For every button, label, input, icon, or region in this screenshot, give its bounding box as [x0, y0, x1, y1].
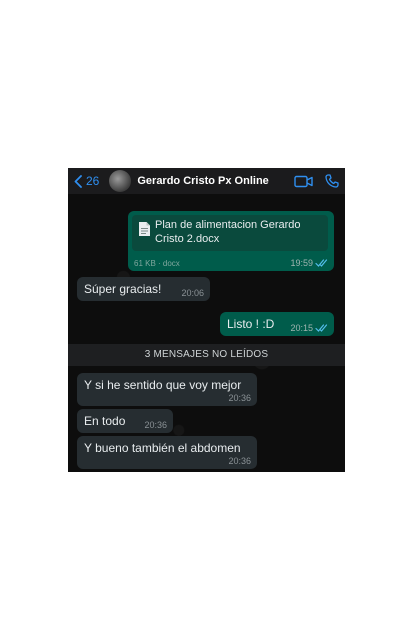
unread-chats-count: 26 [86, 174, 100, 188]
message-bubble[interactable]: En todo 20:36 [77, 409, 173, 433]
chevron-left-icon [74, 174, 82, 188]
message-bubble[interactable]: Listo ! :D 20:15 [220, 312, 334, 336]
message-meta: 20:36 [228, 456, 251, 466]
message-time: 20:36 [144, 420, 167, 430]
contact-name[interactable]: Gerardo Cristo Px Online [137, 175, 268, 187]
document-icon [139, 222, 150, 236]
message-time: 20:36 [228, 393, 251, 403]
message-text: Y bueno también el abdomen [84, 441, 241, 455]
document-card[interactable]: Plan de alimentacion Gerardo Cristo 2.do… [132, 215, 328, 251]
video-call-icon [294, 175, 313, 187]
message-bubble[interactable]: Súper gracias! 20:06 [77, 277, 210, 301]
header-actions [282, 174, 339, 188]
message-meta: 20:36 [228, 393, 251, 403]
message-text: Y si he sentido que voy mejor [84, 378, 242, 392]
message-meta: 19:59 [290, 258, 328, 268]
back-button[interactable]: 26 [74, 174, 99, 188]
double-check-icon [315, 259, 328, 267]
message-meta: 20:06 [181, 288, 204, 298]
chat-header: 26 Gerardo Cristo Px Online [68, 168, 345, 194]
message-time: 20:15 [290, 323, 313, 333]
message-bubble[interactable]: Y bueno también el abdomen 20:36 [77, 436, 257, 469]
document-message[interactable]: Plan de alimentacion Gerardo Cristo 2.do… [128, 211, 334, 271]
voice-call-button[interactable] [325, 174, 339, 188]
message-text: Listo ! :D [227, 317, 275, 331]
message-meta: 20:36 [144, 420, 167, 430]
unread-messages-divider: 3 MENSAJES NO LEÍDOS [68, 344, 345, 366]
document-meta: 61 KB · docx [134, 259, 180, 268]
chat-screen: 26 Gerardo Cristo Px Online Plan de alim… [68, 168, 345, 472]
phone-icon [325, 174, 339, 188]
message-time: 20:06 [181, 288, 204, 298]
video-call-button[interactable] [294, 175, 313, 188]
avatar[interactable] [109, 170, 132, 192]
message-bubble[interactable]: Y si he sentido que voy mejor 20:36 [77, 373, 257, 406]
message-text: Súper gracias! [84, 282, 162, 296]
double-check-icon [315, 324, 328, 332]
message-time: 19:59 [290, 258, 313, 268]
message-time: 20:36 [228, 456, 251, 466]
message-list[interactable]: Plan de alimentacion Gerardo Cristo 2.do… [68, 194, 345, 472]
message-meta: 20:15 [290, 323, 328, 333]
document-title: Plan de alimentacion Gerardo Cristo 2.do… [155, 219, 301, 245]
message-text: En todo [84, 414, 126, 428]
